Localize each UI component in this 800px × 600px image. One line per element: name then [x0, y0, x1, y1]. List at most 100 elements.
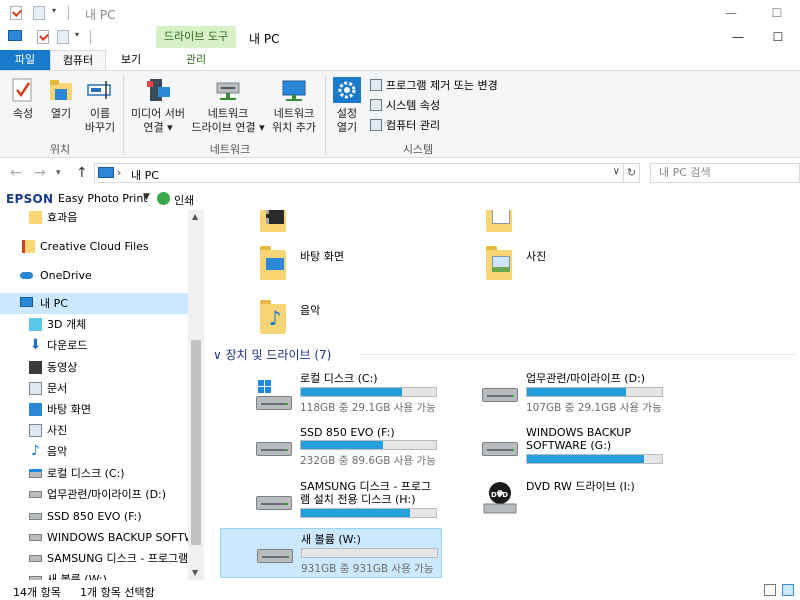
nav-item-drive-c[interactable]: 로컬 디스크 (C:)	[0, 463, 188, 484]
print-button[interactable]: 인쇄	[174, 192, 194, 208]
ribbon-maximize-button[interactable]: ☐	[758, 26, 798, 48]
group-label-system: 시스템	[402, 143, 434, 156]
uninstall-program-button[interactable]: 프로그램 제거 또는 변경	[370, 77, 498, 95]
open-settings-button[interactable]: 설정 열기	[330, 77, 364, 135]
nav-item-music[interactable]: ♪ 음악	[0, 441, 188, 462]
media-server-button[interactable]: 미디어 서버 연결 ▾	[126, 77, 190, 135]
nav-item-this-pc[interactable]: 내 PC	[0, 293, 188, 314]
computer-management-icon	[370, 119, 382, 131]
address-pc-icon	[98, 167, 114, 178]
map-network-drive-button[interactable]: 네트워크 드라이브 연결 ▾	[190, 77, 266, 135]
drive-d[interactable]: 업무관련/마이라이프 (D:) 107GB 중 29.1GB 사용 가능	[446, 368, 668, 416]
nav-item-onedrive[interactable]: OneDrive	[0, 265, 188, 286]
folder-documents[interactable]	[486, 210, 646, 238]
drive-free-space: 118GB 중 29.1GB 사용 가능	[300, 402, 436, 414]
refresh-button[interactable]: ↻	[624, 163, 640, 183]
drive-c[interactable]: 로컬 디스크 (C:) 118GB 중 29.1GB 사용 가능	[220, 368, 442, 416]
computer-management-button[interactable]: 컴퓨터 관리	[370, 117, 440, 135]
nav-item-pictures[interactable]: 사진	[0, 420, 188, 441]
address-chevron-icon[interactable]: ›	[117, 166, 121, 179]
ribbon-window-title: 내 PC	[249, 32, 280, 46]
ribbon-separator	[325, 75, 326, 155]
maximize-button[interactable]: ☐	[754, 0, 800, 26]
group-label-network: 네트워크	[209, 143, 251, 156]
title-separator-2	[90, 30, 91, 44]
drive-w[interactable]: 새 볼륨 (W:) 931GB 중 931GB 사용 가능	[220, 528, 442, 578]
quick-access-dropdown-icon-2[interactable]: ▾	[75, 30, 79, 39]
nav-scrollbar[interactable]: ▲ ▼	[188, 210, 204, 580]
properties-button[interactable]: 속성	[8, 77, 38, 121]
hard-drive-icon	[256, 492, 292, 510]
drive-i-dvd[interactable]: DVD DVD RW 드라이브 (I:)	[446, 476, 668, 524]
devices-section-header[interactable]: ∨ 장치 및 드라이브 (7)	[213, 346, 331, 363]
new-folder-quick-icon-2[interactable]	[57, 30, 69, 44]
drive-usage-fill	[301, 441, 384, 449]
epson-logo: EPSON	[6, 192, 54, 206]
tab-view[interactable]: 보기	[106, 50, 156, 70]
up-arrow-icon[interactable]: ↑	[76, 165, 88, 181]
properties-label: 속성	[12, 107, 34, 120]
drive-usage-bar	[301, 548, 438, 558]
scroll-down-icon[interactable]: ▼	[192, 568, 198, 577]
properties-quick-icon[interactable]	[10, 6, 22, 20]
nav-item-sound-effects[interactable]: 효과음	[0, 210, 188, 228]
nav-item-drive-d[interactable]: 업무관련/마이라이프 (D:)	[0, 484, 188, 505]
nav-scroll-thumb[interactable]	[191, 340, 201, 545]
hard-drive-icon	[482, 384, 518, 402]
nav-item-drive-g[interactable]: WINDOWS BACKUP SOFTWARE (G:)	[0, 527, 188, 548]
recent-dropdown-icon[interactable]: ▾	[56, 168, 61, 178]
address-input[interactable]: › 내 PC ∨	[94, 163, 624, 183]
windows-logo-icon	[258, 380, 272, 394]
nav-item-desktop[interactable]: 바탕 화면	[0, 399, 188, 420]
folder-pictures[interactable]: 사진	[486, 242, 646, 286]
ribbon-minimize-button[interactable]: —	[718, 26, 758, 48]
hard-drive-icon	[29, 555, 42, 562]
add-network-location-button[interactable]: 네트워크 위치 추가	[268, 77, 320, 135]
nav-item-downloads[interactable]: ⬇ 다운로드	[0, 335, 188, 356]
drive-f[interactable]: SSD 850 EVO (F:) 232GB 중 89.6GB 사용 가능	[220, 422, 442, 470]
large-icons-view-icon[interactable]	[782, 584, 794, 596]
nav-item-3d-objects[interactable]: 3D 개체	[0, 314, 188, 335]
tab-file[interactable]: 파일	[0, 50, 50, 70]
epson-dropdown-icon[interactable]: ▼	[143, 192, 150, 202]
print-icon[interactable]	[157, 192, 170, 205]
properties-check-icon	[9, 77, 37, 103]
drive-usage-fill	[301, 388, 403, 396]
nav-item-videos[interactable]: 동영상	[0, 357, 188, 378]
nav-item-documents[interactable]: 문서	[0, 378, 188, 399]
back-arrow-icon[interactable]: ←	[10, 165, 22, 181]
system-properties-button[interactable]: 시스템 속성	[370, 97, 440, 115]
search-input[interactable]: 내 PC 검색	[650, 163, 800, 183]
nav-item-drive-f[interactable]: SSD 850 EVO (F:)	[0, 506, 188, 527]
scroll-up-icon[interactable]: ▲	[192, 212, 198, 221]
3d-objects-icon	[29, 318, 42, 331]
nav-item-drive-h[interactable]: SAMSUNG 디스크 - 프로그램 설치 전용 디스크 (H:)	[0, 548, 188, 569]
details-view-icon[interactable]	[764, 584, 776, 596]
folder-desktop[interactable]: 바탕 화면	[260, 242, 420, 286]
nav-item-creative-cloud[interactable]: Creative Cloud Files	[0, 236, 188, 257]
quick-access-dropdown-icon[interactable]: ▾	[52, 6, 56, 15]
pc-icon	[20, 297, 33, 307]
collapse-chevron-icon[interactable]: ∨	[213, 348, 226, 362]
properties-quick-icon-2[interactable]	[37, 30, 49, 44]
drive-h[interactable]: SAMSUNG 디스크 - 프로그램 설치 전용 디스크 (H:)	[220, 476, 442, 524]
address-dropdown-icon[interactable]: ∨	[613, 166, 620, 177]
ribbon-tab-row: ▾ 드라이브 도구 내 PC — ☐ 파일 컴퓨터 보기 관리	[0, 26, 800, 70]
minimize-button[interactable]: —	[708, 0, 754, 26]
folder-videos[interactable]	[260, 210, 420, 238]
folder-music[interactable]: ♪ 음악	[260, 296, 420, 340]
open-button[interactable]: 열기	[46, 77, 76, 121]
tab-manage[interactable]: 관리	[156, 50, 236, 70]
computer-management-label: 컴퓨터 관리	[386, 119, 441, 132]
tab-computer[interactable]: 컴퓨터	[50, 50, 106, 70]
drive-usage-fill	[527, 388, 626, 396]
rename-button[interactable]: 이름 바꾸기	[80, 77, 120, 135]
drive-g[interactable]: WINDOWS BACKUP SOFTWARE (G:)	[446, 422, 668, 470]
drive-free-space: 232GB 중 89.6GB 사용 가능	[300, 455, 436, 467]
epson-app-button[interactable]: Easy Photo Print	[58, 192, 148, 205]
nav-item-drive-w[interactable]: 새 볼륨 (W:)	[0, 569, 188, 580]
drive-usage-bar	[526, 454, 663, 464]
add-location-label-2: 위치 추가	[272, 121, 316, 134]
forward-arrow-icon[interactable]: →	[34, 165, 46, 181]
new-folder-quick-icon[interactable]	[33, 6, 45, 20]
